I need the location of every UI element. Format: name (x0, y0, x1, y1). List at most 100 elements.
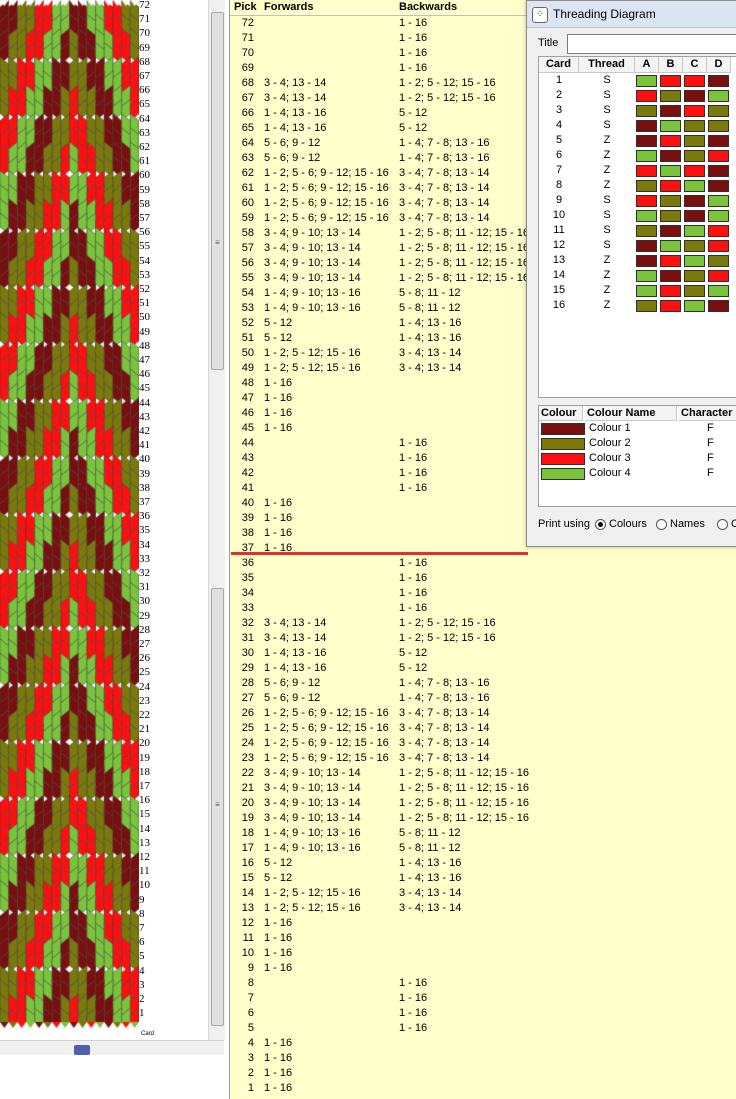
hole-colour-swatch[interactable] (684, 195, 705, 207)
card-row[interactable]: 7Z (539, 163, 736, 178)
card-row[interactable]: 2S (539, 88, 736, 103)
colour-list-header[interactable]: Colour (539, 406, 583, 421)
hole-colour-swatch[interactable] (708, 150, 729, 162)
hole-colour-swatch[interactable] (684, 240, 705, 252)
hole-colour-swatch[interactable] (684, 180, 705, 192)
window-titlebar[interactable]: ⁘ Threading Diagram (527, 1, 736, 28)
card-grid-header[interactable]: Card (539, 57, 579, 73)
hole-colour-swatch[interactable] (660, 105, 681, 117)
hole-colour-swatch[interactable] (636, 105, 657, 117)
hole-colour-swatch[interactable] (636, 255, 657, 267)
card-row[interactable]: 1S (539, 73, 736, 88)
hole-colour-swatch[interactable] (684, 255, 705, 267)
colour-row[interactable]: Colour 2 F (539, 436, 736, 451)
hole-colour-swatch[interactable] (660, 195, 681, 207)
card-row[interactable]: 9S (539, 193, 736, 208)
title-input[interactable] (567, 34, 736, 54)
scroll-thumb-upper[interactable]: ≡ (211, 12, 224, 370)
colour-list[interactable]: Colour Colour Name Character Colour 1 F Colou… (538, 405, 736, 507)
hole-colour-swatch[interactable] (708, 105, 729, 117)
card-grid-header[interactable]: D (707, 57, 731, 73)
hole-colour-swatch[interactable] (708, 195, 729, 207)
hole-colour-swatch[interactable] (708, 240, 729, 252)
hole-colour-swatch[interactable] (708, 165, 729, 177)
hole-colour-swatch[interactable] (684, 150, 705, 162)
hole-colour-swatch[interactable] (684, 120, 705, 132)
hole-colour-swatch[interactable] (684, 300, 705, 312)
card-row[interactable]: 3S (539, 103, 736, 118)
hole-colour-swatch[interactable] (660, 150, 681, 162)
hole-colour-swatch[interactable] (636, 225, 657, 237)
card-grid-header[interactable]: Thread (579, 57, 635, 73)
hole-colour-swatch[interactable] (660, 75, 681, 87)
hole-colour-swatch[interactable] (636, 150, 657, 162)
hole-colour-swatch[interactable] (660, 270, 681, 282)
radio-names[interactable] (656, 519, 667, 530)
hole-colour-swatch[interactable] (660, 165, 681, 177)
hole-colour-swatch[interactable] (708, 180, 729, 192)
hole-colour-swatch[interactable] (660, 225, 681, 237)
hole-colour-swatch[interactable] (684, 165, 705, 177)
hole-colour-swatch[interactable] (684, 210, 705, 222)
card-row[interactable]: 11 S (539, 223, 736, 238)
colour-row[interactable]: Colour 3 F (539, 451, 736, 466)
card-grid-header[interactable]: A (635, 57, 659, 73)
hole-colour-swatch[interactable] (708, 285, 729, 297)
colour-row[interactable]: Colour 4 F (539, 466, 736, 481)
colour-list-header[interactable]: Character (679, 406, 736, 421)
hole-colour-swatch[interactable] (708, 270, 729, 282)
colour-swatch[interactable] (541, 468, 585, 480)
scroll-thumb-lower[interactable]: ≡ (211, 588, 224, 1026)
hole-colour-swatch[interactable] (636, 180, 657, 192)
hole-colour-swatch[interactable] (660, 300, 681, 312)
hole-colour-swatch[interactable] (684, 285, 705, 297)
card-row[interactable]: 4S (539, 118, 736, 133)
vertical-scrollbar[interactable]: ≡ ≡ (208, 0, 225, 1040)
colour-swatch[interactable] (541, 423, 585, 435)
card-row[interactable]: 6Z (539, 148, 736, 163)
hole-colour-swatch[interactable] (636, 300, 657, 312)
card-row[interactable]: 5Z (539, 133, 736, 148)
hole-colour-swatch[interactable] (660, 255, 681, 267)
hole-colour-swatch[interactable] (636, 210, 657, 222)
hole-colour-swatch[interactable] (636, 240, 657, 252)
card-row[interactable]: 15 Z (539, 283, 736, 298)
colour-swatch[interactable] (541, 453, 585, 465)
hole-colour-swatch[interactable] (660, 120, 681, 132)
hole-colour-swatch[interactable] (708, 225, 729, 237)
colour-list-header[interactable]: Colour Name (585, 406, 677, 421)
card-grid-header[interactable]: B (659, 57, 683, 73)
card-row[interactable]: 13 Z (539, 253, 736, 268)
hole-colour-swatch[interactable] (708, 300, 729, 312)
hole-colour-swatch[interactable] (684, 90, 705, 102)
hole-colour-swatch[interactable] (660, 285, 681, 297)
hole-colour-swatch[interactable] (684, 105, 705, 117)
colour-row[interactable]: Colour 1 F (539, 421, 736, 436)
threading-diagram-window[interactable]: ⁘ Threading Diagram Title Card Thread A B C D… (526, 0, 736, 547)
hole-colour-swatch[interactable] (636, 165, 657, 177)
radio-colours[interactable] (595, 519, 606, 530)
hole-colour-swatch[interactable] (660, 180, 681, 192)
card-threading-grid[interactable]: Card Thread A B C D 1 S 2 S 3 S 4 S 5 Z 6 Z 7 Z 8 Z 9 S 10 S 11 S 12… (538, 56, 736, 398)
card-row[interactable]: 12 S (539, 238, 736, 253)
hole-colour-swatch[interactable] (636, 90, 657, 102)
hole-colour-swatch[interactable] (636, 120, 657, 132)
hole-colour-swatch[interactable] (684, 225, 705, 237)
card-row[interactable]: 10 S (539, 208, 736, 223)
radio-characters[interactable] (717, 519, 728, 530)
hole-colour-swatch[interactable] (660, 90, 681, 102)
card-grid-header[interactable]: C (683, 57, 707, 73)
hole-colour-swatch[interactable] (660, 135, 681, 147)
hole-colour-swatch[interactable] (660, 210, 681, 222)
hole-colour-swatch[interactable] (660, 240, 681, 252)
card-row[interactable]: 8Z (539, 178, 736, 193)
card-row[interactable]: 14 Z (539, 268, 736, 283)
hole-colour-swatch[interactable] (636, 135, 657, 147)
hole-colour-swatch[interactable] (708, 135, 729, 147)
hole-colour-swatch[interactable] (636, 75, 657, 87)
hole-colour-swatch[interactable] (708, 90, 729, 102)
hole-colour-swatch[interactable] (708, 210, 729, 222)
hole-colour-swatch[interactable] (708, 255, 729, 267)
hole-colour-swatch[interactable] (636, 195, 657, 207)
hole-colour-swatch[interactable] (684, 75, 705, 87)
